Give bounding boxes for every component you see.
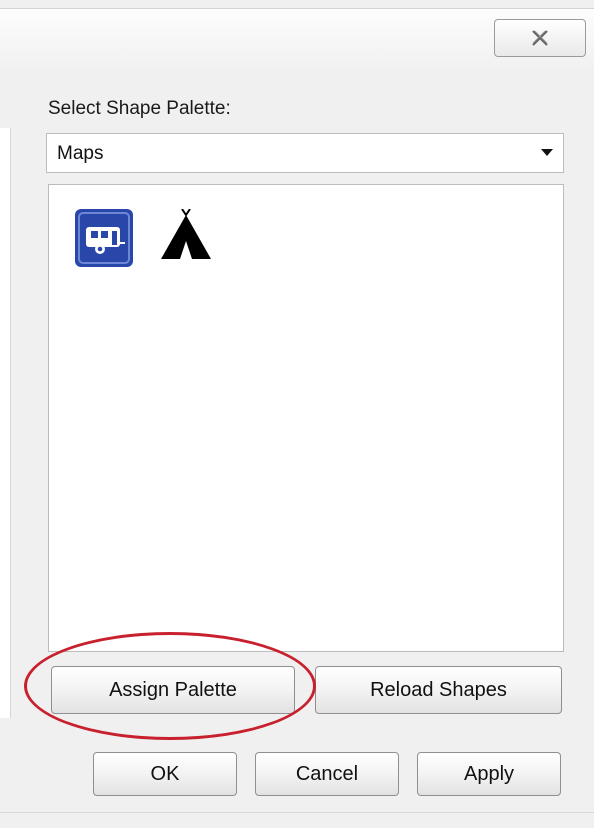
apply-button[interactable]: Apply <box>417 752 561 796</box>
close-icon <box>532 30 548 46</box>
shape-palette-dialog: Select Shape Palette: Maps Assign Palett… <box>0 0 594 828</box>
rv-camper-icon[interactable] <box>75 209 133 267</box>
shape-list[interactable] <box>48 184 564 652</box>
tent-icon[interactable] <box>157 208 215 267</box>
cancel-button[interactable]: Cancel <box>255 752 399 796</box>
ok-button[interactable]: OK <box>93 752 237 796</box>
palette-label: Select Shape Palette: <box>48 98 231 119</box>
close-button[interactable] <box>494 19 586 57</box>
palette-select[interactable]: Maps <box>46 133 564 173</box>
chevron-down-icon[interactable] <box>541 149 553 156</box>
divider <box>0 812 594 813</box>
palette-select-value: Maps <box>57 143 104 164</box>
assign-palette-button[interactable]: Assign Palette <box>51 666 295 714</box>
title-bar <box>0 8 594 69</box>
background-panel-edge <box>0 128 11 718</box>
reload-shapes-button[interactable]: Reload Shapes <box>315 666 562 714</box>
